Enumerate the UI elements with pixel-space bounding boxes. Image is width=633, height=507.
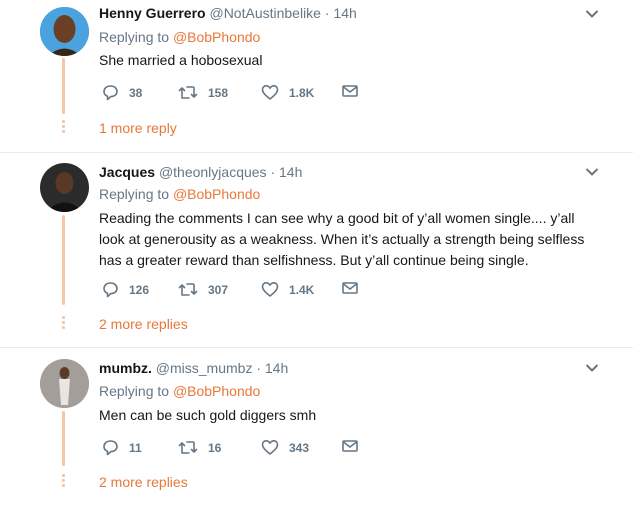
tweet-actions: 126 307 1.4K	[99, 281, 499, 299]
tweet-text: Men can be such gold diggers smh	[99, 407, 317, 423]
like-button[interactable]: 1.8K	[261, 84, 314, 101]
retweet-button[interactable]: 16	[178, 439, 221, 456]
tweet-header: mumbz. @miss_mumbz · 14h	[99, 360, 288, 376]
timestamp[interactable]: · 14h	[256, 360, 288, 376]
replying-to-link[interactable]: @BobPhondo	[173, 29, 260, 45]
tweet-text: Reading the comments I can see why a goo…	[99, 210, 585, 268]
thread-dots	[62, 120, 65, 135]
direct-message-button[interactable]	[342, 281, 358, 295]
replying-to-link[interactable]: @BobPhondo	[173, 186, 260, 202]
retweet-icon	[178, 283, 198, 296]
tweet-3[interactable]: mumbz. @miss_mumbz · 14h Replying to @Bo…	[0, 348, 633, 507]
direct-message-button[interactable]	[342, 439, 358, 453]
replying-prefix: Replying to	[99, 383, 170, 399]
envelope-icon	[342, 85, 358, 97]
tweet-actions: 11 16 343	[99, 439, 499, 457]
retweet-button[interactable]: 158	[178, 84, 228, 101]
display-name[interactable]: mumbz.	[99, 360, 152, 376]
heart-icon	[261, 282, 279, 297]
chevron-down-icon[interactable]	[585, 167, 599, 177]
envelope-icon	[342, 282, 358, 294]
reply-icon	[103, 440, 118, 456]
handle[interactable]: @miss_mumbz	[156, 360, 253, 376]
like-count: 1.4K	[289, 282, 315, 297]
reply-count: 126	[129, 282, 150, 297]
tweet-text: She married a hobosexual	[99, 52, 263, 68]
more-replies-link[interactable]: 2 more replies	[99, 474, 188, 490]
retweet-count: 158	[208, 85, 229, 100]
replying-to: Replying to @BobPhondo	[99, 383, 260, 399]
thread-dots	[62, 474, 65, 489]
reply-icon	[103, 282, 118, 298]
chevron-down-icon[interactable]	[585, 363, 599, 373]
direct-message-button[interactable]	[342, 84, 358, 98]
retweet-count: 307	[208, 282, 229, 297]
replying-to: Replying to @BobPhondo	[99, 29, 260, 45]
avatar[interactable]	[40, 359, 89, 408]
thread-line	[62, 58, 65, 114]
like-count: 343	[289, 440, 310, 455]
replying-prefix: Replying to	[99, 186, 170, 202]
reply-count: 11	[129, 440, 142, 455]
like-count: 1.8K	[289, 85, 315, 100]
reply-count: 38	[129, 85, 143, 100]
retweet-count: 16	[208, 440, 222, 455]
tweet-header: Henny Guerrero @NotAustinbelike · 14h	[99, 5, 357, 21]
chevron-down-icon[interactable]	[585, 9, 599, 19]
thread-line	[62, 215, 65, 305]
reply-button[interactable]: 38	[102, 84, 142, 101]
heart-icon	[261, 85, 279, 100]
timestamp[interactable]: · 14h	[270, 164, 302, 180]
replying-to: Replying to @BobPhondo	[99, 186, 260, 202]
handle[interactable]: @theonlyjacques	[159, 164, 267, 180]
envelope-icon	[342, 440, 358, 452]
tweet-actions: 38 158 1.8K	[99, 84, 499, 102]
tweet-header: Jacques @theonlyjacques · 14h	[99, 164, 302, 180]
more-replies-link[interactable]: 2 more replies	[99, 316, 188, 332]
reply-button[interactable]: 11	[102, 439, 142, 456]
avatar[interactable]	[40, 163, 89, 212]
replying-to-link[interactable]: @BobPhondo	[173, 383, 260, 399]
tweet-1[interactable]: Henny Guerrero @NotAustinbelike · 14h Re…	[0, 0, 633, 152]
like-button[interactable]: 343	[261, 439, 309, 456]
replying-prefix: Replying to	[99, 29, 170, 45]
retweet-icon	[178, 441, 198, 454]
retweet-icon	[178, 86, 198, 99]
avatar[interactable]	[40, 7, 89, 56]
handle[interactable]: @NotAustinbelike	[209, 5, 321, 21]
thread-dots	[62, 316, 65, 331]
tweet-2[interactable]: Jacques @theonlyjacques · 14h Replying t…	[0, 153, 633, 347]
thread-line	[62, 411, 65, 466]
display-name[interactable]: Jacques	[99, 164, 155, 180]
display-name[interactable]: Henny Guerrero	[99, 5, 206, 21]
timestamp[interactable]: · 14h	[325, 5, 357, 21]
reply-button[interactable]: 126	[102, 281, 149, 298]
retweet-button[interactable]: 307	[178, 281, 228, 298]
more-replies-link[interactable]: 1 more reply	[99, 120, 177, 136]
reply-icon	[103, 85, 118, 101]
like-button[interactable]: 1.4K	[261, 281, 314, 298]
heart-icon	[261, 440, 279, 455]
